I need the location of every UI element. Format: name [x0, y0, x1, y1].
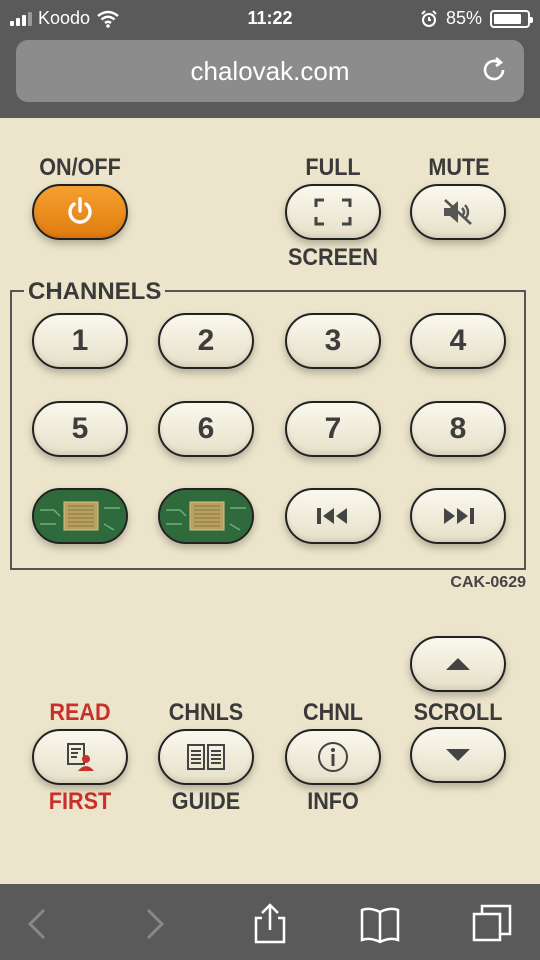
browser-toolbar	[0, 884, 540, 960]
channel-button-4[interactable]: 4	[410, 313, 506, 369]
circuit-board-icon	[160, 490, 252, 542]
info-label: INFO	[307, 788, 359, 815]
arrow-down-icon	[446, 749, 470, 761]
tabs-icon[interactable]	[470, 902, 514, 946]
read-label: READ	[49, 699, 111, 726]
battery-percent: 85%	[445, 8, 482, 28]
full-label: FULL	[305, 154, 361, 181]
guide-label: GUIDE	[171, 788, 241, 815]
channel-button-3[interactable]: 3	[285, 313, 381, 369]
fullscreen-button[interactable]	[285, 184, 381, 240]
reload-icon[interactable]	[478, 54, 510, 86]
status-bar: Koodo 11:22 85%	[0, 0, 540, 36]
circuit-board-icon	[34, 490, 126, 542]
chnls-label: CHNLS	[168, 699, 244, 726]
fullscreen-icon	[314, 198, 352, 226]
bookmarks-icon[interactable]	[358, 902, 402, 946]
address-bar[interactable]: chalovak.com	[16, 40, 524, 102]
channel-button-2[interactable]: 2	[158, 313, 254, 369]
alarm-icon	[421, 9, 437, 27]
forward-icon[interactable]	[132, 902, 176, 946]
channel-button-8[interactable]: 8	[410, 401, 506, 457]
battery-fill	[494, 13, 522, 24]
skip-back-button[interactable]	[285, 488, 381, 544]
scroll-up-button[interactable]	[410, 636, 506, 692]
browser-chrome-top: Koodo 11:22 85% chalovak.com	[0, 0, 540, 118]
chnl-label: CHNL	[303, 699, 363, 726]
scroll-label: SCROLL	[413, 699, 503, 726]
skip-forward-button[interactable]	[410, 488, 506, 544]
scroll-down-button[interactable]	[410, 727, 506, 783]
channel-info-button[interactable]	[285, 729, 381, 785]
channel-button-5[interactable]: 5	[32, 401, 128, 457]
skip-back-icon	[317, 508, 347, 524]
screen-label: SCREEN	[288, 244, 379, 271]
read-first-button[interactable]	[32, 729, 128, 785]
circuit-board-button-1[interactable]	[32, 488, 128, 544]
channel-button-6[interactable]: 6	[158, 401, 254, 457]
power-button[interactable]	[32, 184, 128, 240]
channel-button-1[interactable]: 1	[32, 313, 128, 369]
arrow-up-icon	[446, 658, 470, 670]
power-icon	[68, 197, 92, 224]
info-icon	[318, 742, 348, 772]
url-text: chalovak.com	[190, 55, 350, 86]
document-person-icon	[67, 743, 94, 771]
mute-button[interactable]	[410, 184, 506, 240]
on-off-label: ON/OFF	[39, 154, 121, 181]
back-icon[interactable]	[16, 902, 60, 946]
channels-title: CHANNELS	[24, 278, 166, 306]
battery-icon	[490, 9, 533, 28]
first-label: FIRST	[48, 788, 112, 815]
mute-label: MUTE	[428, 154, 490, 181]
model-number: CAK-0629	[450, 574, 526, 591]
share-icon[interactable]	[248, 902, 292, 946]
mute-icon	[444, 199, 472, 225]
book-guide-icon	[187, 744, 225, 770]
circuit-board-button-2[interactable]	[158, 488, 254, 544]
skip-forward-icon	[444, 508, 474, 524]
channels-guide-button[interactable]	[158, 729, 254, 785]
channel-button-7[interactable]: 7	[285, 401, 381, 457]
status-right: 85%	[420, 8, 533, 29]
